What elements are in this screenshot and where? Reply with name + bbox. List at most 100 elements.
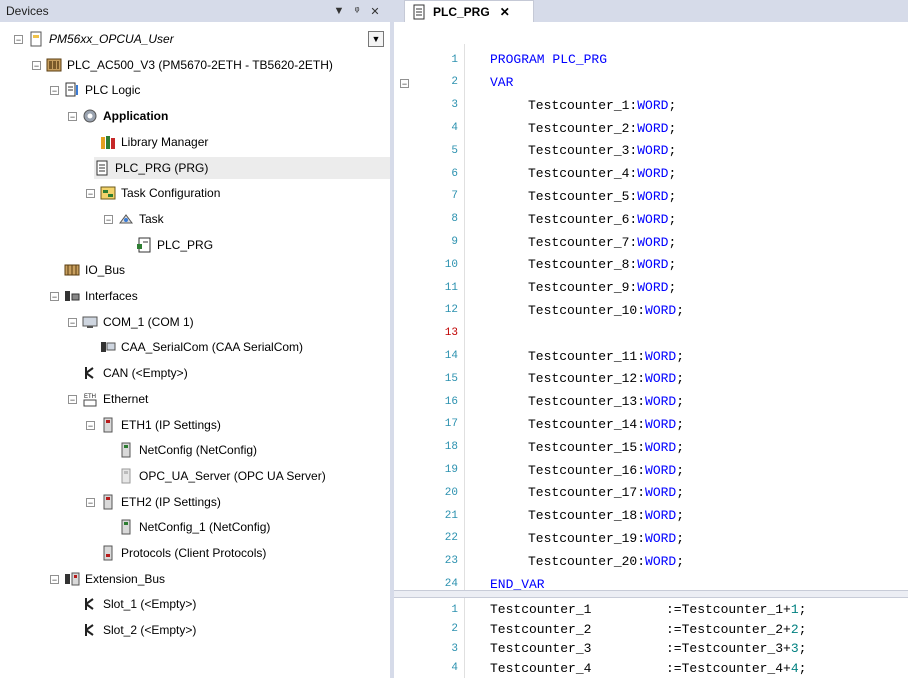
collapse-toggle-icon[interactable]: − — [50, 86, 59, 96]
tree-node[interactable]: ETH1 (IP Settings) — [100, 414, 390, 436]
line-number: 9 — [451, 236, 458, 249]
code-line[interactable]: 5 Testcounter_3:WORD; — [394, 141, 908, 160]
code-line[interactable]: 10 Testcounter_8:WORD; — [394, 255, 908, 274]
tree-node[interactable]: Task — [118, 208, 390, 230]
code-line[interactable]: 4 Testcounter_2:WORD; — [394, 118, 908, 137]
device-tree[interactable]: PM56xx_OPCUA_User ▼ − PLC_AC500_V3 (PM5670-… — [0, 22, 390, 678]
collapse-toggle-icon[interactable]: − — [86, 420, 95, 430]
ethernet-icon: ETH — [83, 394, 97, 407]
collapse-toggle-icon[interactable]: − — [68, 112, 77, 122]
code-line[interactable]: 2 VAR — [394, 73, 908, 92]
collapse-toggle-icon[interactable]: − — [68, 317, 77, 327]
code-line[interactable]: 1 PROGRAM PLC_PRG — [394, 50, 908, 69]
collapse-toggle-icon[interactable]: − — [32, 60, 41, 70]
type-token: WORD — [645, 462, 677, 478]
close-panel-icon[interactable]: ✕ — [366, 5, 384, 18]
semicolon-token: ; — [668, 188, 677, 204]
tree-node[interactable]: PM56xx_OPCUA_User ▼ — [28, 28, 390, 50]
tree-node[interactable]: COM_1 (COM 1) — [82, 311, 390, 333]
code-line[interactable]: 22 Testcounter_19:WORD; — [394, 529, 908, 548]
semicolon-token: ; — [798, 641, 807, 657]
tree-node[interactable]: Slot_1 (<Empty>) — [82, 593, 390, 615]
tree-node[interactable]: Interfaces — [64, 285, 390, 307]
code-text: Testcounter_1:WORD; — [528, 98, 676, 113]
close-tab-icon[interactable]: ✕ — [500, 5, 510, 19]
code-line[interactable]: 12 Testcounter_10:WORD; — [394, 301, 908, 320]
line-number: 16 — [444, 395, 458, 408]
collapse-toggle-icon[interactable]: − — [104, 214, 113, 224]
code-line[interactable]: 7 Testcounter_5:WORD; — [394, 187, 908, 206]
tree-node[interactable]: Application — [82, 105, 390, 127]
tree-node[interactable]: PLC Logic — [64, 79, 390, 101]
code-text: Testcounter_8:WORD; — [528, 257, 676, 272]
protocols-icon — [103, 545, 113, 561]
tree-node[interactable]: PLC_PRG — [136, 234, 390, 256]
code-line[interactable]: 9 Testcounter_7:WORD; — [394, 232, 908, 251]
variable-name-token: Testcounter_2: — [528, 120, 638, 136]
tree-node[interactable]: Library Manager — [100, 131, 390, 153]
code-text: Testcounter_10:WORD; — [528, 303, 684, 318]
type-token: WORD — [637, 280, 669, 296]
tree-node-label: PLC_AC500_V3 (PM5670-2ETH - TB5620-2ETH) — [67, 57, 333, 72]
code-line[interactable]: 2 Testcounter_2:=Testcounter_2+2; — [394, 620, 908, 639]
code-line[interactable]: 11 Testcounter_9:WORD; — [394, 278, 908, 297]
code-text: Testcounter_20:WORD; — [528, 554, 684, 569]
collapse-toggle-icon[interactable]: − — [86, 497, 95, 507]
tree-node[interactable]: Slot_2 (<Empty>) — [82, 619, 390, 641]
code-line[interactable]: 18 Testcounter_15:WORD; — [394, 438, 908, 457]
semicolon-token: ; — [676, 394, 685, 410]
collapse-toggle-icon[interactable]: − — [68, 394, 77, 404]
tab-plc-prg[interactable]: PLC_PRG ✕ — [404, 0, 534, 22]
code-line[interactable]: 20 Testcounter_17:WORD; — [394, 483, 908, 502]
tree-node[interactable]: NetConfig_1 (NetConfig) — [118, 516, 390, 538]
number-literal: 1 — [790, 602, 799, 618]
code-line[interactable]: 14 Testcounter_11:WORD; — [394, 346, 908, 365]
collapse-toggle-icon[interactable]: − — [14, 35, 23, 45]
code-line[interactable]: 1 Testcounter_1:=Testcounter_1+1; — [394, 600, 908, 619]
tree-node[interactable]: Protocols (Client Protocols) — [100, 542, 390, 564]
type-token: WORD — [637, 120, 669, 136]
collapse-toggle-icon[interactable]: − — [86, 189, 95, 199]
code-line[interactable]: 17 Testcounter_14:WORD; — [394, 415, 908, 434]
collapse-toggle-icon[interactable]: − — [50, 292, 59, 302]
fold-toggle-icon[interactable]: − — [400, 78, 409, 88]
tree-node[interactable]: OPC_UA_Server (OPC UA Server) — [118, 465, 390, 487]
tree-node[interactable]: IO_Bus — [64, 259, 390, 281]
editor-horizontal-splitter[interactable] — [394, 590, 908, 598]
tree-node-label: CAA_SerialCom (CAA SerialCom) — [121, 340, 304, 355]
collapse-toggle-icon[interactable]: − — [50, 574, 59, 584]
code-line[interactable]: 21 Testcounter_18:WORD; — [394, 506, 908, 525]
tree-node[interactable]: ETH2 (IP Settings) — [100, 491, 390, 513]
tree-node[interactable]: ETH Ethernet — [82, 388, 390, 410]
declaration-editor[interactable]: 1 PROGRAM PLC_PRG 2 VAR − 3 Testcounter_1:WORD… — [394, 44, 908, 592]
interfaces-icon — [65, 291, 80, 301]
code-line[interactable]: 13 — [394, 324, 908, 343]
tree-node[interactable]: Extension_Bus — [64, 568, 390, 590]
keyword-token: PROGRAM — [490, 52, 545, 68]
pin-icon[interactable]: ᵠ — [348, 5, 366, 17]
code-line[interactable]: 4 Testcounter_4:=Testcounter_4+4; — [394, 659, 908, 678]
tree-node[interactable]: CAA_SerialCom (CAA SerialCom) — [100, 336, 390, 358]
tree-node-label: CAN (<Empty>) — [103, 366, 188, 381]
type-token: WORD — [645, 439, 677, 455]
line-number: 22 — [444, 532, 458, 545]
code-line[interactable]: 16 Testcounter_13:WORD; — [394, 392, 908, 411]
tree-node[interactable]: CAN (<Empty>) — [82, 362, 390, 384]
code-line[interactable]: 3 Testcounter_1:WORD; — [394, 96, 908, 115]
code-line[interactable]: 15 Testcounter_12:WORD; — [394, 369, 908, 388]
line-number: 19 — [444, 464, 458, 477]
panel-options-dropdown-icon[interactable]: ▼ — [330, 5, 348, 17]
project-dropdown-icon[interactable]: ▼ — [368, 31, 384, 47]
variable-name-token: Testcounter_19: — [528, 530, 646, 546]
code-text: Testcounter_9:WORD; — [528, 280, 676, 295]
implementation-editor[interactable]: 1 Testcounter_1:=Testcounter_1+1; 2 Testcou… — [394, 598, 908, 678]
tree-node[interactable]: NetConfig (NetConfig) — [118, 439, 390, 461]
tree-node[interactable]: PLC_AC500_V3 (PM5670-2ETH - TB5620-2ETH) — [46, 54, 390, 76]
tree-node[interactable]: Task Configuration — [100, 182, 390, 204]
tree-node[interactable]: PLC_PRG (PRG) — [94, 156, 390, 179]
code-line[interactable]: 6 Testcounter_4:WORD; — [394, 164, 908, 183]
code-line[interactable]: 19 Testcounter_16:WORD; — [394, 460, 908, 479]
code-line[interactable]: 23 Testcounter_20:WORD; — [394, 552, 908, 571]
code-line[interactable]: 8 Testcounter_6:WORD; — [394, 210, 908, 229]
code-line[interactable]: 3 Testcounter_3:=Testcounter_3+3; — [394, 639, 908, 658]
